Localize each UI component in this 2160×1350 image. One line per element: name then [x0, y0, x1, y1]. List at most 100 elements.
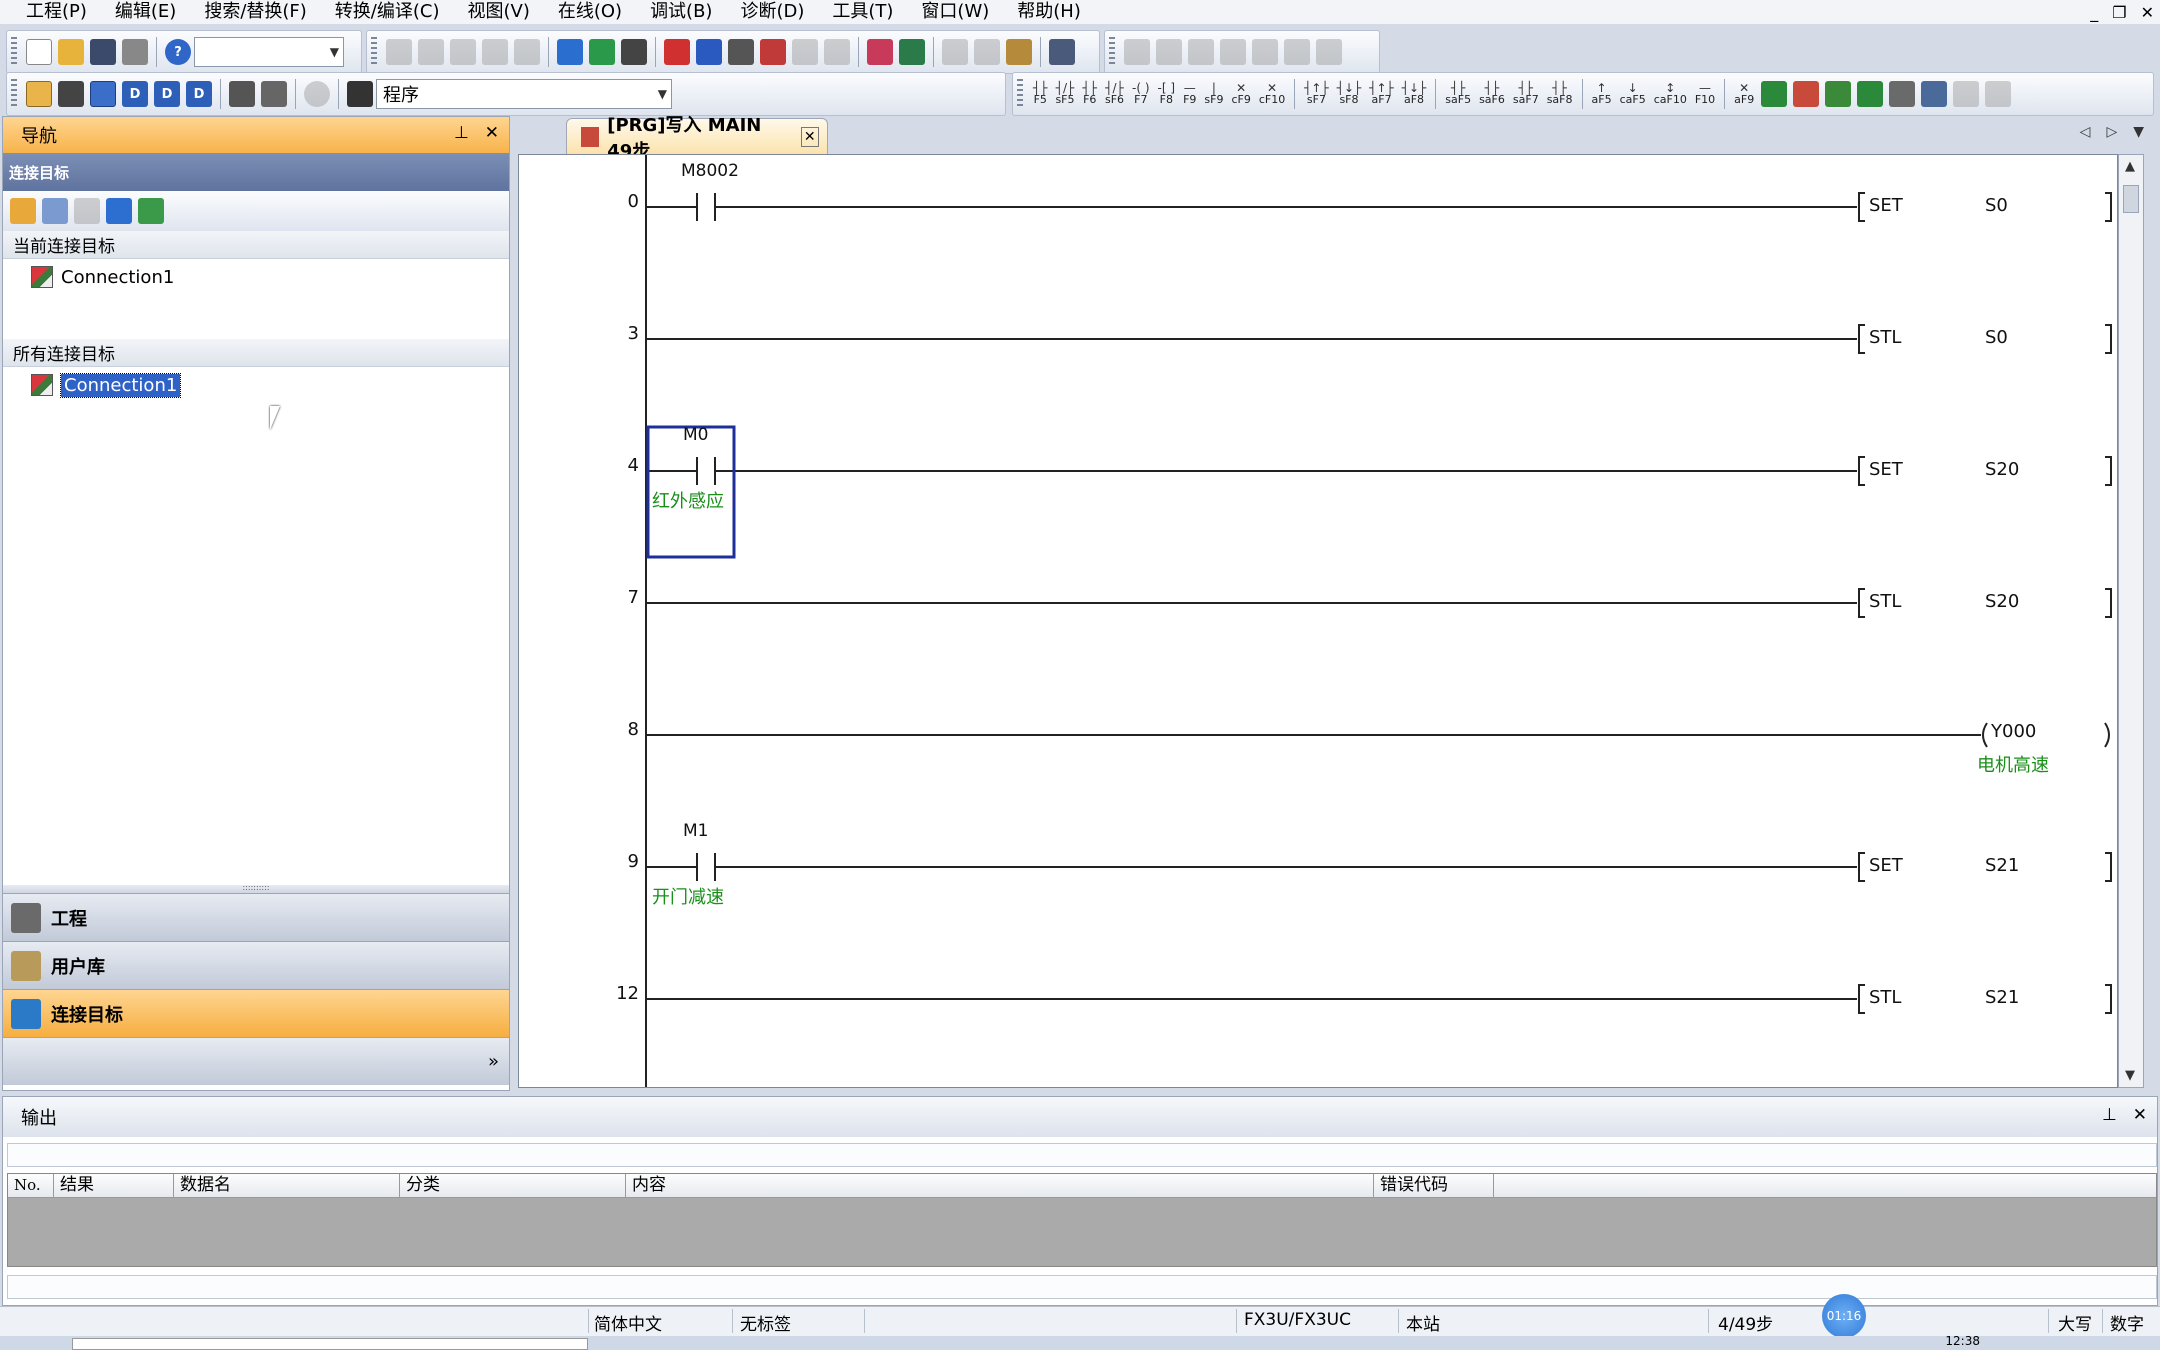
chevron-right-icon[interactable]: ▷ — [2106, 124, 2117, 140]
menu-item-1[interactable]: 编辑(E) — [101, 1, 190, 23]
dev-batch-icon[interactable]: D — [186, 81, 212, 107]
current-connection-item[interactable]: Connection1 — [31, 263, 174, 291]
monitor-icon[interactable] — [760, 39, 786, 65]
ladder-tool-f-icon-g-icon[interactable] — [1953, 81, 1980, 107]
write-plc-icon[interactable] — [664, 39, 690, 65]
new-icon[interactable] — [26, 39, 52, 65]
cut-icon[interactable] — [386, 39, 412, 65]
sfc-line-icon[interactable] — [1284, 39, 1310, 65]
paste-connection-icon[interactable] — [74, 198, 100, 224]
chevron-left-icon[interactable]: ◁ — [2080, 124, 2091, 140]
copy-connection-icon[interactable] — [42, 198, 68, 224]
ladder-key-22[interactable]: ✕ aF9 — [1734, 82, 1754, 106]
ladder-key-13[interactable]: ┤↓├ aF8 — [1402, 82, 1427, 106]
ladder-tool-f-icon-f-icon[interactable] — [1921, 81, 1948, 107]
ladder-key-15[interactable]: ┤├ saF6 — [1479, 82, 1505, 106]
new-connection-icon[interactable] — [10, 198, 36, 224]
toolbar-grip[interactable] — [1017, 79, 1023, 109]
splitter[interactable]: :::::::::: — [3, 884, 509, 893]
instruction-operand[interactable]: S20 — [1985, 459, 2019, 480]
sfc-delete-icon[interactable] — [1316, 39, 1342, 65]
col-no[interactable]: No. — [8, 1174, 54, 1197]
chevron-down-icon[interactable]: ▼ — [2133, 124, 2144, 140]
ladder-key-18[interactable]: ↑ aF5 — [1592, 82, 1612, 106]
simulation-start-icon[interactable] — [867, 39, 893, 65]
ladder-key-17[interactable]: ┤├ saF8 — [1547, 82, 1573, 106]
open-icon[interactable] — [58, 39, 84, 65]
close-button[interactable]: ✕ — [2141, 3, 2154, 22]
scope-combo[interactable]: 程序 ▼ — [376, 79, 672, 109]
ladder-editor[interactable]: 0 M8002 SET S0 3 STL S0 4 M0 红外感应 SET S20 7 STL S20 8 电机… — [518, 154, 2118, 1088]
col-data-name[interactable]: 数据名 — [174, 1174, 400, 1197]
menu-item-0[interactable]: 工程(P) — [0, 1, 101, 23]
convert-icon[interactable] — [557, 39, 583, 65]
menu-item-9[interactable]: 窗口(W) — [907, 1, 1003, 23]
col-category[interactable]: 分类 — [400, 1174, 626, 1197]
instruction-operand[interactable]: S0 — [1985, 327, 2008, 348]
copy-icon[interactable] — [418, 39, 444, 65]
ladder-key-3[interactable]: ┤/├ sF6 — [1105, 82, 1124, 106]
ladder-key-4[interactable]: -( ) F7 — [1132, 82, 1150, 106]
ladder-key-0[interactable]: ┤├ F5 — [1033, 82, 1047, 106]
ladder-tool-f-icon-b-icon[interactable] — [1793, 81, 1820, 107]
close-tab-icon[interactable]: ✕ — [800, 126, 819, 147]
help-circle-icon[interactable] — [304, 81, 330, 107]
find-device-icon[interactable] — [261, 81, 287, 107]
scroll-up-icon[interactable]: ▲ — [2125, 159, 2135, 174]
ladder-tool-f-icon-d-icon[interactable] — [1857, 81, 1884, 107]
buffer-icon[interactable] — [974, 39, 1000, 65]
refresh-icon[interactable] — [138, 198, 164, 224]
menu-item-2[interactable]: 搜索/替换(F) — [190, 1, 320, 23]
ladder-key-5[interactable]: -[ ] F8 — [1158, 82, 1176, 106]
help-icon[interactable]: ? — [165, 39, 191, 65]
restore-button[interactable]: ❐ — [2112, 3, 2126, 22]
ladder-key-19[interactable]: ↓ caF5 — [1620, 82, 1646, 106]
menu-item-3[interactable]: 转换/编译(C) — [321, 1, 454, 23]
pin-icon[interactable]: ⊥ — [454, 123, 469, 143]
sfc-transition-icon[interactable] — [1156, 39, 1182, 65]
close-icon[interactable]: ✕ — [2133, 1105, 2147, 1125]
compile-icon[interactable] — [589, 39, 615, 65]
contact-device[interactable]: M0 — [683, 425, 708, 445]
nav-button-connection[interactable]: 连接目标 — [3, 989, 509, 1037]
ladder-tool-f-icon-c-icon[interactable] — [1825, 81, 1852, 107]
ladder-tool-f-icon-h-icon[interactable] — [1985, 81, 2012, 107]
menu-item-8[interactable]: 工具(T) — [818, 1, 907, 23]
minimize-button[interactable]: _ — [2090, 3, 2098, 22]
coil-device[interactable]: Y000 — [1991, 721, 2036, 742]
ladder-key-12[interactable]: ┤↑├ aF7 — [1369, 82, 1394, 106]
paste-icon[interactable] — [450, 39, 476, 65]
close-icon[interactable]: ✕ — [485, 123, 499, 143]
all-connection-item[interactable]: Connection1 — [31, 371, 182, 399]
toolbar-grip[interactable] — [11, 37, 17, 67]
nav-more[interactable]: » — [3, 1037, 509, 1085]
sfc-branch-icon[interactable] — [1188, 39, 1214, 65]
compile-all-icon[interactable] — [621, 39, 647, 65]
binoculars-icon[interactable] — [347, 81, 373, 107]
vertical-scrollbar[interactable]: ▲ ▼ — [2118, 154, 2144, 1088]
sfc-step-icon[interactable] — [1124, 39, 1150, 65]
watch-icon[interactable] — [229, 81, 255, 107]
ladder-key-16[interactable]: ┤├ saF7 — [1513, 82, 1539, 106]
ladder-key-14[interactable]: ┤├ saF5 — [1445, 82, 1471, 106]
instruction-name[interactable]: SET — [1869, 855, 1903, 876]
col-result[interactable]: 结果 — [54, 1174, 174, 1197]
ladder-key-6[interactable]: — F9 — [1183, 82, 1196, 106]
ladder-key-20[interactable]: ↕ caF10 — [1654, 82, 1687, 106]
instruction-operand[interactable]: S21 — [1985, 987, 2019, 1008]
dev-icon[interactable]: D — [122, 81, 148, 107]
print-icon[interactable] — [122, 39, 148, 65]
verify-icon[interactable] — [728, 39, 754, 65]
redo-icon[interactable] — [514, 39, 540, 65]
sfc-jump-icon[interactable] — [1220, 39, 1246, 65]
navigation-icon[interactable] — [26, 81, 52, 107]
diagnose-icon[interactable] — [1006, 39, 1032, 65]
ladder-tool-f-icon-e-icon[interactable] — [1889, 81, 1916, 107]
dev-list-icon[interactable]: D — [154, 81, 180, 107]
parts-icon[interactable] — [58, 81, 84, 107]
monitor-stop-icon[interactable] — [792, 39, 818, 65]
simulation-stop-icon[interactable] — [899, 39, 925, 65]
save-icon[interactable] — [90, 39, 116, 65]
ladder-key-21[interactable]: — F10 — [1695, 82, 1715, 106]
pin-icon[interactable]: ⊥ — [2102, 1105, 2117, 1125]
